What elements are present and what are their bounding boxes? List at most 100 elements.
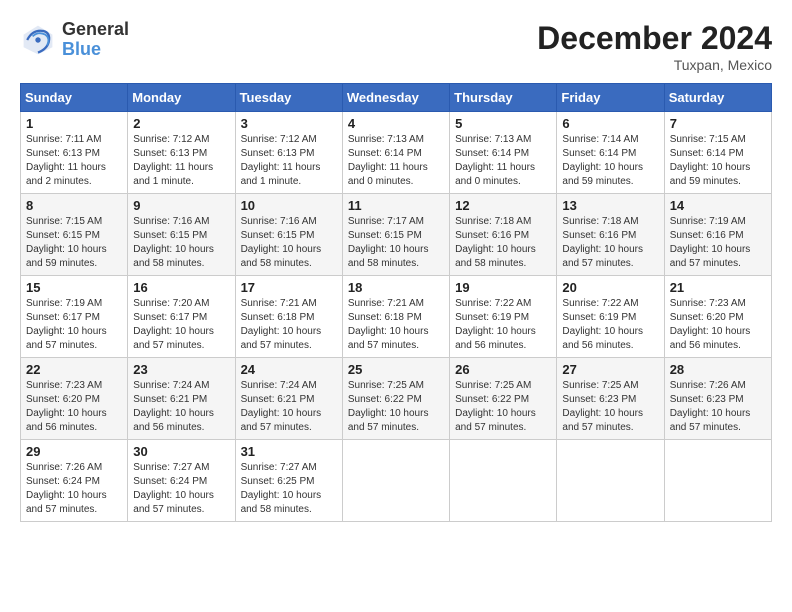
day-number: 8 xyxy=(26,198,122,213)
day-info: Sunrise: 7:19 AM Sunset: 6:17 PM Dayligh… xyxy=(26,297,122,353)
table-row: 6 Sunrise: 7:14 AM Sunset: 6:14 PM Daylig… xyxy=(557,112,664,194)
table-row: 11 Sunrise: 7:17 AM Sunset: 6:15 PM Dayli… xyxy=(342,194,449,276)
day-number: 17 xyxy=(241,280,337,295)
day-info: Sunrise: 7:26 AM Sunset: 6:24 PM Dayligh… xyxy=(26,461,122,517)
table-row: 8 Sunrise: 7:15 AM Sunset: 6:15 PM Daylig… xyxy=(21,194,128,276)
table-row: 23 Sunrise: 7:24 AM Sunset: 6:21 PM Dayli… xyxy=(128,358,235,440)
title-block: December 2024 Tuxpan, Mexico xyxy=(537,20,772,73)
day-number: 26 xyxy=(455,362,551,377)
day-number: 5 xyxy=(455,116,551,131)
day-number: 13 xyxy=(562,198,658,213)
table-row xyxy=(342,440,449,522)
calendar-row: 8 Sunrise: 7:15 AM Sunset: 6:15 PM Daylig… xyxy=(21,194,772,276)
table-row: 24 Sunrise: 7:24 AM Sunset: 6:21 PM Dayli… xyxy=(235,358,342,440)
day-number: 28 xyxy=(670,362,766,377)
calendar-table: Sunday Monday Tuesday Wednesday Thursday… xyxy=(20,83,772,522)
table-row: 16 Sunrise: 7:20 AM Sunset: 6:17 PM Dayli… xyxy=(128,276,235,358)
table-row: 9Sunrise: 7:16 AM Sunset: 6:15 PM Daylig… xyxy=(128,194,235,276)
day-info: Sunrise: 7:14 AM Sunset: 6:14 PM Dayligh… xyxy=(562,133,658,189)
day-number: 12 xyxy=(455,198,551,213)
calendar-row: 29 Sunrise: 7:26 AM Sunset: 6:24 PM Dayli… xyxy=(21,440,772,522)
logo-line1: General xyxy=(62,20,129,40)
day-info: Sunrise: 7:25 AM Sunset: 6:22 PM Dayligh… xyxy=(455,379,551,435)
table-row xyxy=(450,440,557,522)
table-row: 4Sunrise: 7:13 AM Sunset: 6:14 PM Daylig… xyxy=(342,112,449,194)
table-row: 30 Sunrise: 7:27 AM Sunset: 6:24 PM Dayli… xyxy=(128,440,235,522)
table-row: 17 Sunrise: 7:21 AM Sunset: 6:18 PM Dayli… xyxy=(235,276,342,358)
table-row: 29 Sunrise: 7:26 AM Sunset: 6:24 PM Dayli… xyxy=(21,440,128,522)
day-number: 10 xyxy=(241,198,337,213)
day-info: Sunrise: 7:15 AM Sunset: 6:14 PM Dayligh… xyxy=(670,133,766,189)
day-number: 6 xyxy=(562,116,658,131)
day-info: Sunrise: 7:18 AM Sunset: 6:16 PM Dayligh… xyxy=(455,215,551,271)
table-row: 18 Sunrise: 7:21 AM Sunset: 6:18 PM Dayli… xyxy=(342,276,449,358)
day-info: Sunrise: 7:25 AM Sunset: 6:23 PM Dayligh… xyxy=(562,379,658,435)
day-number: 21 xyxy=(670,280,766,295)
day-info: Sunrise: 7:18 AM Sunset: 6:16 PM Dayligh… xyxy=(562,215,658,271)
table-row: 15 Sunrise: 7:19 AM Sunset: 6:17 PM Dayli… xyxy=(21,276,128,358)
table-row: 19 Sunrise: 7:22 AM Sunset: 6:19 PM Dayli… xyxy=(450,276,557,358)
table-row: 27 Sunrise: 7:25 AM Sunset: 6:23 PM Dayli… xyxy=(557,358,664,440)
day-number: 11 xyxy=(348,198,444,213)
col-sunday: Sunday xyxy=(21,84,128,112)
table-row xyxy=(557,440,664,522)
calendar-header-row: Sunday Monday Tuesday Wednesday Thursday… xyxy=(21,84,772,112)
calendar-row: 1Sunrise: 7:11 AM Sunset: 6:13 PM Daylig… xyxy=(21,112,772,194)
day-info: Sunrise: 7:16 AM Sunset: 6:15 PM Dayligh… xyxy=(133,215,229,271)
day-info: Sunrise: 7:24 AM Sunset: 6:21 PM Dayligh… xyxy=(133,379,229,435)
day-number: 14 xyxy=(670,198,766,213)
table-row: 26 Sunrise: 7:25 AM Sunset: 6:22 PM Dayli… xyxy=(450,358,557,440)
table-row: 22Sunrise: 7:23 AM Sunset: 6:20 PM Dayli… xyxy=(21,358,128,440)
day-number: 19 xyxy=(455,280,551,295)
day-number: 29 xyxy=(26,444,122,459)
table-row: 7 Sunrise: 7:15 AM Sunset: 6:14 PM Daylig… xyxy=(664,112,771,194)
table-row: 14Sunrise: 7:19 AM Sunset: 6:16 PM Dayli… xyxy=(664,194,771,276)
day-info: Sunrise: 7:20 AM Sunset: 6:17 PM Dayligh… xyxy=(133,297,229,353)
day-number: 2 xyxy=(133,116,229,131)
logo-icon xyxy=(20,22,56,58)
col-tuesday: Tuesday xyxy=(235,84,342,112)
day-number: 7 xyxy=(670,116,766,131)
day-number: 23 xyxy=(133,362,229,377)
col-monday: Monday xyxy=(128,84,235,112)
day-number: 25 xyxy=(348,362,444,377)
day-info: Sunrise: 7:21 AM Sunset: 6:18 PM Dayligh… xyxy=(348,297,444,353)
table-row xyxy=(664,440,771,522)
day-info: Sunrise: 7:22 AM Sunset: 6:19 PM Dayligh… xyxy=(455,297,551,353)
table-row: 21Sunrise: 7:23 AM Sunset: 6:20 PM Dayli… xyxy=(664,276,771,358)
table-row: 31Sunrise: 7:27 AM Sunset: 6:25 PM Dayli… xyxy=(235,440,342,522)
day-info: Sunrise: 7:25 AM Sunset: 6:22 PM Dayligh… xyxy=(348,379,444,435)
day-number: 15 xyxy=(26,280,122,295)
table-row: 1Sunrise: 7:11 AM Sunset: 6:13 PM Daylig… xyxy=(21,112,128,194)
day-number: 20 xyxy=(562,280,658,295)
table-row: 2 Sunrise: 7:12 AM Sunset: 6:13 PM Daylig… xyxy=(128,112,235,194)
day-number: 27 xyxy=(562,362,658,377)
day-info: Sunrise: 7:24 AM Sunset: 6:21 PM Dayligh… xyxy=(241,379,337,435)
table-row: 3Sunrise: 7:12 AM Sunset: 6:13 PM Daylig… xyxy=(235,112,342,194)
month-title: December 2024 xyxy=(537,20,772,57)
day-number: 24 xyxy=(241,362,337,377)
day-number: 3 xyxy=(241,116,337,131)
day-number: 16 xyxy=(133,280,229,295)
table-row: 13 Sunrise: 7:18 AM Sunset: 6:16 PM Dayli… xyxy=(557,194,664,276)
calendar-row: 22Sunrise: 7:23 AM Sunset: 6:20 PM Dayli… xyxy=(21,358,772,440)
logo-text: General Blue xyxy=(62,20,129,60)
day-info: Sunrise: 7:26 AM Sunset: 6:23 PM Dayligh… xyxy=(670,379,766,435)
day-info: Sunrise: 7:17 AM Sunset: 6:15 PM Dayligh… xyxy=(348,215,444,271)
table-row: 25 Sunrise: 7:25 AM Sunset: 6:22 PM Dayli… xyxy=(342,358,449,440)
day-info: Sunrise: 7:16 AM Sunset: 6:15 PM Dayligh… xyxy=(241,215,337,271)
day-info: Sunrise: 7:15 AM Sunset: 6:15 PM Dayligh… xyxy=(26,215,122,271)
day-number: 30 xyxy=(133,444,229,459)
table-row: 5 Sunrise: 7:13 AM Sunset: 6:14 PM Daylig… xyxy=(450,112,557,194)
logo: General Blue xyxy=(20,20,129,60)
col-wednesday: Wednesday xyxy=(342,84,449,112)
col-friday: Friday xyxy=(557,84,664,112)
day-number: 22 xyxy=(26,362,122,377)
day-info: Sunrise: 7:27 AM Sunset: 6:24 PM Dayligh… xyxy=(133,461,229,517)
day-info: Sunrise: 7:13 AM Sunset: 6:14 PM Dayligh… xyxy=(455,133,551,189)
day-info: Sunrise: 7:12 AM Sunset: 6:13 PM Dayligh… xyxy=(133,133,229,189)
day-info: Sunrise: 7:21 AM Sunset: 6:18 PM Dayligh… xyxy=(241,297,337,353)
col-thursday: Thursday xyxy=(450,84,557,112)
day-number: 1 xyxy=(26,116,122,131)
day-number: 18 xyxy=(348,280,444,295)
